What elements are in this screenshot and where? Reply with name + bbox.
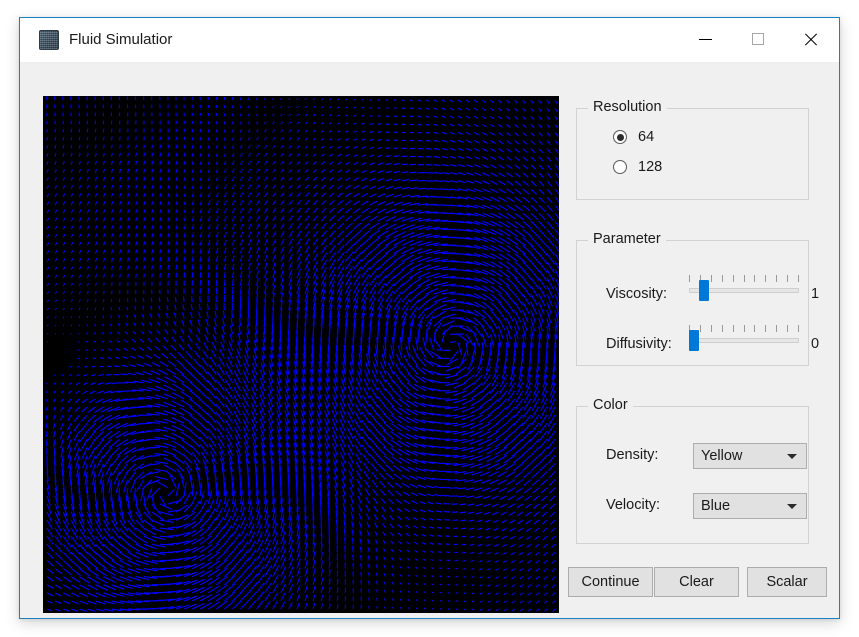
app-window: Fluid Simulatior Resolution 64 128 Param…	[19, 17, 840, 619]
diffusivity-slider-track[interactable]	[689, 338, 799, 343]
velocity-field-render	[43, 96, 559, 613]
viscosity-row: Viscosity: 1	[589, 273, 819, 309]
diffusivity-label: Diffusivity:	[606, 336, 672, 352]
diffusivity-slider[interactable]	[689, 323, 799, 357]
radio-label-128: 128	[638, 159, 663, 175]
close-button[interactable]	[788, 18, 834, 60]
radio-resolution-128[interactable]: 128	[613, 159, 662, 175]
color-group-label: Color	[588, 397, 633, 413]
color-group: Color Density: Yellow Velocity: Blue	[576, 397, 809, 544]
radio-resolution-64[interactable]: 64	[613, 129, 654, 145]
scalar-button[interactable]: Scalar	[747, 567, 827, 597]
chevron-down-icon	[787, 504, 797, 509]
fluid-simulation-canvas[interactable]	[43, 96, 559, 613]
radio-label-64: 64	[638, 129, 655, 145]
velocity-color-select[interactable]: Blue	[693, 493, 807, 519]
velocity-label: Velocity:	[606, 497, 660, 513]
density-color-value: Yellow	[701, 448, 743, 464]
minimize-icon	[699, 39, 712, 40]
resolution-group-label: Resolution	[588, 99, 667, 115]
app-icon	[39, 30, 59, 50]
diffusivity-row: Diffusivity: 0	[589, 323, 819, 359]
minimize-button[interactable]	[682, 18, 728, 60]
diffusivity-slider-ticks	[689, 325, 799, 333]
client-area: Resolution 64 128 Parameter Viscosity: 1…	[20, 62, 839, 618]
viscosity-value: 1	[811, 286, 820, 302]
screenshot-root: Fluid Simulatior Resolution 64 128 Param…	[0, 0, 859, 637]
parameter-group: Parameter Viscosity: 1 Diffusivity: 0	[576, 231, 819, 366]
maximize-icon	[752, 33, 764, 45]
viscosity-slider[interactable]	[689, 273, 799, 307]
parameter-group-label: Parameter	[588, 231, 666, 247]
radio-indicator-64	[613, 130, 627, 144]
resolution-group: Resolution 64 128	[576, 99, 809, 200]
title-bar: Fluid Simulatior	[20, 18, 839, 62]
maximize-button[interactable]	[735, 18, 781, 60]
clear-button[interactable]: Clear	[654, 567, 739, 597]
chevron-down-icon	[787, 454, 797, 459]
window-title: Fluid Simulatior	[69, 31, 173, 48]
viscosity-label: Viscosity:	[606, 286, 667, 302]
diffusivity-slider-thumb[interactable]	[689, 330, 699, 351]
continue-button[interactable]: Continue	[568, 567, 653, 597]
density-color-select[interactable]: Yellow	[693, 443, 807, 469]
viscosity-slider-thumb[interactable]	[699, 280, 709, 301]
density-label: Density:	[606, 447, 659, 463]
velocity-color-value: Blue	[701, 498, 731, 514]
diffusivity-value: 0	[811, 336, 820, 352]
close-icon	[803, 31, 819, 47]
radio-indicator-128	[613, 160, 627, 174]
